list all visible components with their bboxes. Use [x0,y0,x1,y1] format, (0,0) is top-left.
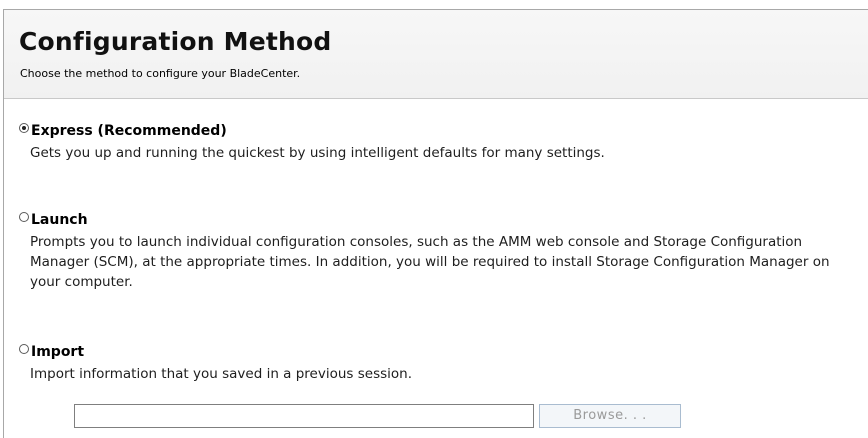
page-subtitle: Choose the method to configure your Blad… [20,67,301,80]
option-import-label[interactable]: Import [31,342,84,362]
option-express-header[interactable]: Express (Recommended) [19,121,859,141]
option-launch[interactable]: Launch Prompts you to launch individual … [19,210,859,292]
option-import-header[interactable]: Import [19,342,859,362]
option-express-label[interactable]: Express (Recommended) [31,121,227,141]
option-express[interactable]: Express (Recommended) Gets you up and ru… [19,121,859,163]
page-title: Configuration Method [19,27,332,56]
launch-radio-button[interactable] [19,212,29,222]
browse-button[interactable]: Browse. . . [539,404,681,428]
option-import[interactable]: Import Import information that you saved… [19,342,859,384]
option-import-description: Import information that you saved in a p… [30,366,413,382]
option-launch-label[interactable]: Launch [31,210,88,230]
option-launch-header[interactable]: Launch [19,210,859,230]
option-launch-description: Prompts you to launch individual configu… [30,234,830,290]
option-express-description: Gets you up and running the quickest by … [30,145,605,161]
import-file-path-input[interactable] [74,404,534,428]
express-radio-button[interactable] [19,123,29,133]
import-radio-button[interactable] [19,344,29,354]
